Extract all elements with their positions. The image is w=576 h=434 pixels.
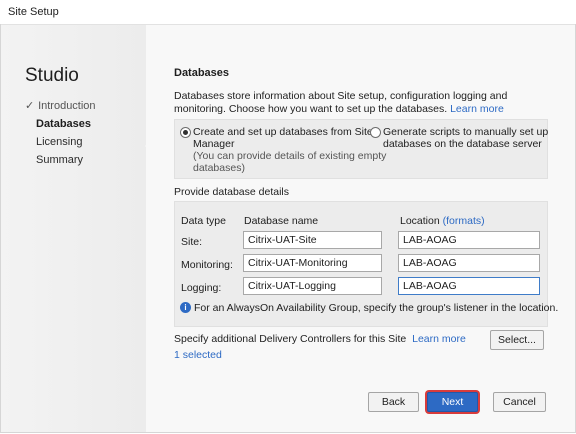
option-subtext: (You can provide details of existing emp… — [193, 150, 387, 162]
option-label: Generate scripts to manually set up — [383, 126, 549, 138]
controllers-learn-more-link[interactable]: Learn more — [412, 333, 466, 345]
title-bar: Site Setup — [0, 0, 576, 25]
monitoring-location-input[interactable] — [398, 254, 540, 272]
create-databases-radio[interactable] — [180, 127, 191, 138]
next-button[interactable]: Next — [427, 392, 478, 412]
controllers-text: Specify additional Delivery Controllers … — [174, 333, 407, 345]
option-label-cont: Manager — [193, 138, 235, 150]
create-databases-option[interactable]: Create and set up databases from Site Ma… — [193, 126, 386, 174]
selected-controllers-link[interactable]: 1 selected — [174, 349, 222, 361]
page-heading: Databases — [174, 67, 230, 79]
info-icon: i — [180, 302, 191, 313]
option-label: Create and set up databases from Site — [193, 126, 373, 138]
column-location-label: Location — [400, 215, 440, 227]
window-title: Site Setup — [8, 6, 59, 18]
cancel-button[interactable]: Cancel — [493, 392, 546, 412]
column-data-type: Data type — [181, 215, 226, 227]
back-button[interactable]: Back — [368, 392, 419, 412]
option-subtext-cont: databases) — [193, 162, 245, 174]
site-location-input[interactable] — [398, 231, 540, 249]
alwayson-info-text: For an AlwaysOn Availability Group, spec… — [194, 302, 559, 314]
row-label-monitoring: Monitoring: — [181, 259, 233, 271]
monitoring-database-name-input[interactable] — [243, 254, 382, 272]
details-label: Provide database details — [174, 186, 289, 198]
select-controllers-button[interactable]: Select... — [490, 330, 544, 350]
logging-location-input[interactable] — [398, 277, 540, 295]
intro-text: Databases store information about Site s… — [174, 90, 534, 116]
column-location: Location (formats) — [400, 215, 485, 227]
option-label-cont: databases on the database server — [383, 138, 542, 150]
row-label-site: Site: — [181, 236, 203, 248]
site-database-name-input[interactable] — [243, 231, 382, 249]
generate-scripts-option[interactable]: Generate scripts to manually set up data… — [383, 126, 548, 150]
logging-database-name-input[interactable] — [243, 277, 382, 295]
formats-link[interactable]: (formats) — [443, 215, 485, 227]
column-database-name: Database name — [244, 215, 319, 227]
generate-scripts-radio[interactable] — [370, 127, 381, 138]
learn-more-link[interactable]: Learn more — [450, 103, 504, 115]
delivery-controllers-label: Specify additional Delivery Controllers … — [174, 333, 466, 345]
row-label-logging: Logging: — [181, 282, 222, 294]
